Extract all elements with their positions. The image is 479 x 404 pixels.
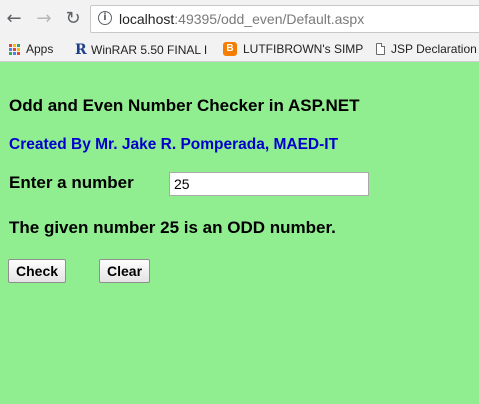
bookmark-lutfibrown[interactable]: B LUTFIBROWN's SIMP [223,42,363,56]
blogger-icon: B [223,42,237,56]
forward-arrow-icon[interactable]: → [34,9,54,29]
bookmark-label: Apps [26,42,54,56]
clear-button[interactable]: Clear [99,259,151,283]
author-credit: Created By Mr. Jake R. Pomperada, MAED-I… [9,136,339,153]
bookmark-apps[interactable]: Apps [9,42,53,56]
browser-toolbar: ← → ↻ i localhost:49395/odd_even/Default… [0,0,479,38]
bookmark-label: LUTFIBROWN's SIMP [243,42,364,56]
info-icon[interactable]: i [98,11,112,25]
reload-icon[interactable]: ↻ [63,9,83,29]
bookmarks-bar: Apps R WinRAR 5.50 FINAL I B LUTFIBROWN'… [0,38,479,62]
address-bar[interactable]: i localhost:49395/odd_even/Default.aspx [90,5,479,33]
page-title: Odd and Even Number Checker in ASP.NET [9,96,360,115]
url-text[interactable]: localhost:49395/odd_even/Default.aspx [119,11,364,27]
result-message: The given number 25 is an ODD number. [9,218,336,237]
bookmark-jsp-declaration[interactable]: JSP Declaration [376,42,477,56]
page-icon [376,43,385,55]
back-arrow-icon[interactable]: ← [4,9,24,29]
number-input[interactable] [169,172,369,196]
url-host: localhost [119,11,175,27]
apps-grid-icon [9,43,20,55]
bookmark-label: JSP Declaration [391,42,477,56]
bookmark-label: WinRAR 5.50 FINAL I [91,43,208,57]
number-prompt-label: Enter a number [9,173,134,192]
r-logo-icon: R [75,42,87,58]
bookmark-winrar[interactable]: R WinRAR 5.50 FINAL I [75,42,207,58]
url-path: :49395/odd_even/Default.aspx [174,11,365,27]
check-button[interactable]: Check [8,259,67,283]
